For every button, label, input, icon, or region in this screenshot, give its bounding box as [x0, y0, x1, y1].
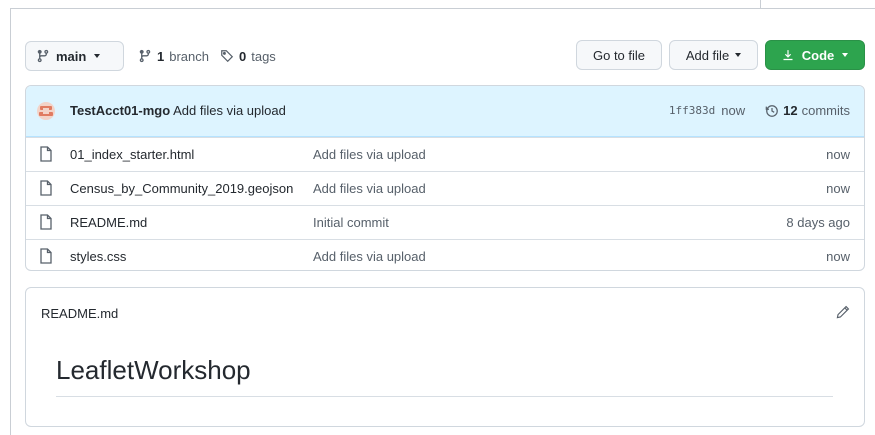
- commit-meta: 1ff383d now 12 commits: [669, 103, 850, 118]
- go-to-file-button[interactable]: Go to file: [576, 40, 662, 70]
- readme-panel: README.md LeafletWorkshop: [25, 287, 865, 427]
- chevron-down-icon: [842, 53, 849, 57]
- add-file-label: Add file: [685, 47, 730, 63]
- code-button[interactable]: Code: [765, 40, 865, 70]
- table-row: styles.css Add files via upload now: [26, 239, 864, 270]
- branch-count: 1: [157, 48, 165, 64]
- history-icon: [765, 104, 779, 117]
- file-name-link[interactable]: README.md: [70, 215, 147, 230]
- branch-label: main: [56, 48, 87, 64]
- commit-time: now: [721, 103, 746, 118]
- file-icon: [40, 214, 52, 230]
- file-name-link[interactable]: Census_by_Community_2019.geojson: [70, 181, 293, 196]
- download-icon: [783, 50, 793, 61]
- go-to-file-label: Go to file: [592, 47, 646, 63]
- file-name-link[interactable]: 01_index_starter.html: [70, 147, 194, 162]
- commit-word: commits: [801, 103, 850, 118]
- branches-link[interactable]: 1 branch: [138, 41, 209, 71]
- readme-filename: README.md: [41, 306, 119, 321]
- table-row: Census_by_Community_2019.geojson Add fil…: [26, 171, 864, 205]
- file-commit-message[interactable]: Add files via upload: [313, 147, 426, 162]
- file-commit-message[interactable]: Initial commit: [313, 215, 389, 230]
- tag-icon: [221, 50, 234, 63]
- commits-link[interactable]: 12 commits: [765, 103, 850, 118]
- file-commit-message[interactable]: Add files via upload: [313, 249, 426, 264]
- git-branch-icon: [37, 49, 49, 63]
- table-row: README.md Initial commit 8 days ago: [26, 205, 864, 239]
- avatar[interactable]: [37, 102, 55, 120]
- page-frame-tick: [760, 0, 761, 9]
- latest-commit-bar: TestAcct01-mgo Add files via upload 1ff3…: [26, 86, 864, 137]
- table-row: 01_index_starter.html Add files via uplo…: [26, 137, 864, 171]
- file-name-link[interactable]: styles.css: [70, 249, 126, 264]
- code-label: Code: [801, 47, 835, 63]
- file-age: 8 days ago: [786, 215, 850, 230]
- file-age: now: [826, 147, 850, 162]
- branch-select-button[interactable]: main: [25, 41, 124, 71]
- heading-divider: [56, 396, 833, 397]
- commit-author[interactable]: TestAcct01-mgo: [70, 103, 170, 118]
- file-listing: TestAcct01-mgo Add files via upload 1ff3…: [25, 85, 865, 271]
- file-age: now: [826, 249, 850, 264]
- tag-count: 0: [239, 48, 247, 64]
- pencil-icon[interactable]: [836, 305, 850, 319]
- git-branch-icon: [139, 49, 151, 63]
- file-icon: [40, 248, 52, 264]
- tags-link[interactable]: 0 tags: [220, 41, 276, 71]
- commit-message: TestAcct01-mgo Add files via upload: [70, 103, 286, 118]
- readme-heading: LeafletWorkshop: [56, 355, 251, 385]
- commit-sha[interactable]: 1ff383d: [669, 104, 715, 117]
- file-commit-message[interactable]: Add files via upload: [313, 181, 426, 196]
- chevron-down-icon: [94, 54, 101, 58]
- add-file-button[interactable]: Add file: [669, 40, 758, 70]
- branch-word: branch: [169, 48, 209, 64]
- file-icon: [40, 180, 52, 196]
- page-frame-left: [10, 8, 11, 435]
- file-icon: [40, 146, 52, 162]
- chevron-down-icon: [735, 53, 742, 57]
- file-age: now: [826, 181, 850, 196]
- commit-count: 12: [783, 103, 798, 118]
- commit-text[interactable]: Add files via upload: [173, 103, 286, 118]
- tag-word: tags: [251, 48, 276, 64]
- page-frame-top: [10, 8, 875, 9]
